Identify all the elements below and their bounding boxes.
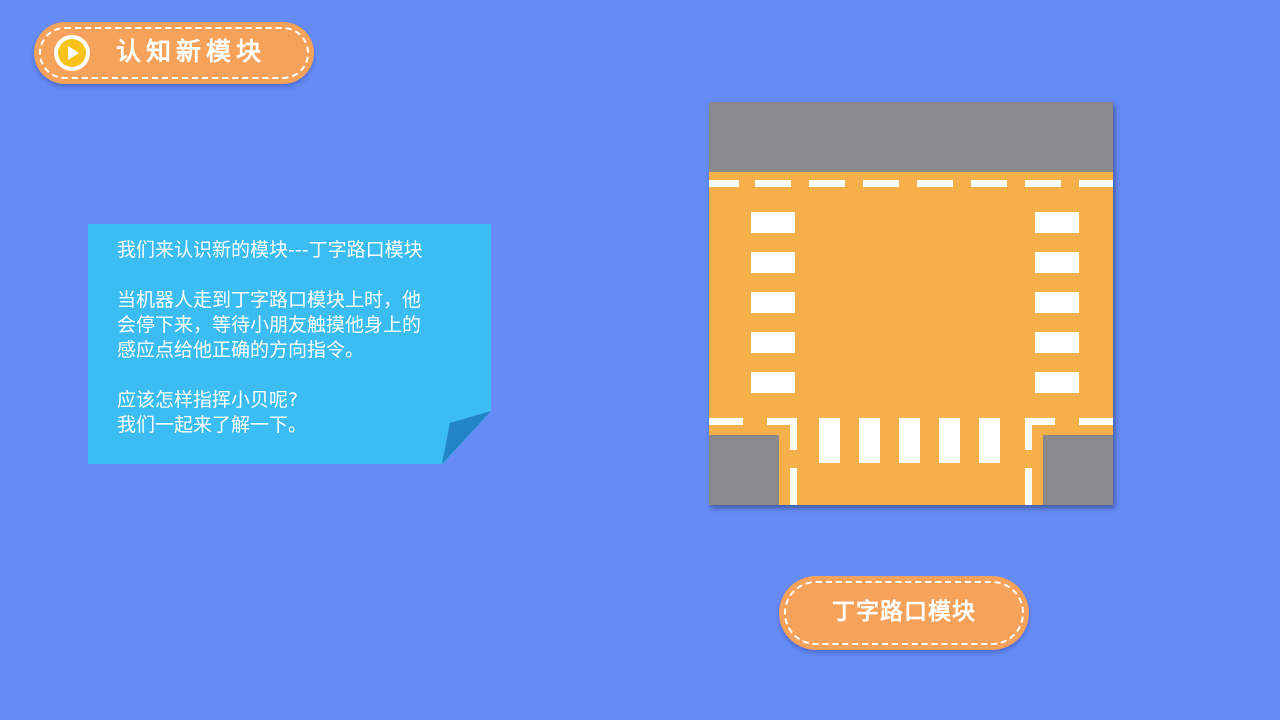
note-text: 我们来认识新的模块---丁字路口模块 当机器人走到丁字路口模块上时，他 会停下来…: [117, 238, 477, 438]
module-name-label: 丁字路口模块: [832, 599, 976, 625]
note-line: 感应点给他正确的方向指令。: [117, 339, 365, 361]
note-line: 当机器人走到丁字路口模块上时，他: [117, 289, 422, 311]
note-line: 我们一起来了解一下。: [117, 414, 308, 436]
module-name-badge: 丁字路口模块: [779, 576, 1029, 650]
section-header-badge: 认知新模块: [34, 22, 314, 84]
note-line: 应该怎样指挥小贝呢?: [117, 389, 299, 411]
note-line: 我们来认识新的模块---丁字路口模块: [117, 239, 423, 261]
section-title: 认知新模块: [116, 37, 267, 66]
play-icon[interactable]: [54, 35, 90, 71]
t-junction-tile-image: [709, 102, 1113, 505]
note-line: 会停下来，等待小朋友触摸他身上的: [117, 314, 422, 336]
